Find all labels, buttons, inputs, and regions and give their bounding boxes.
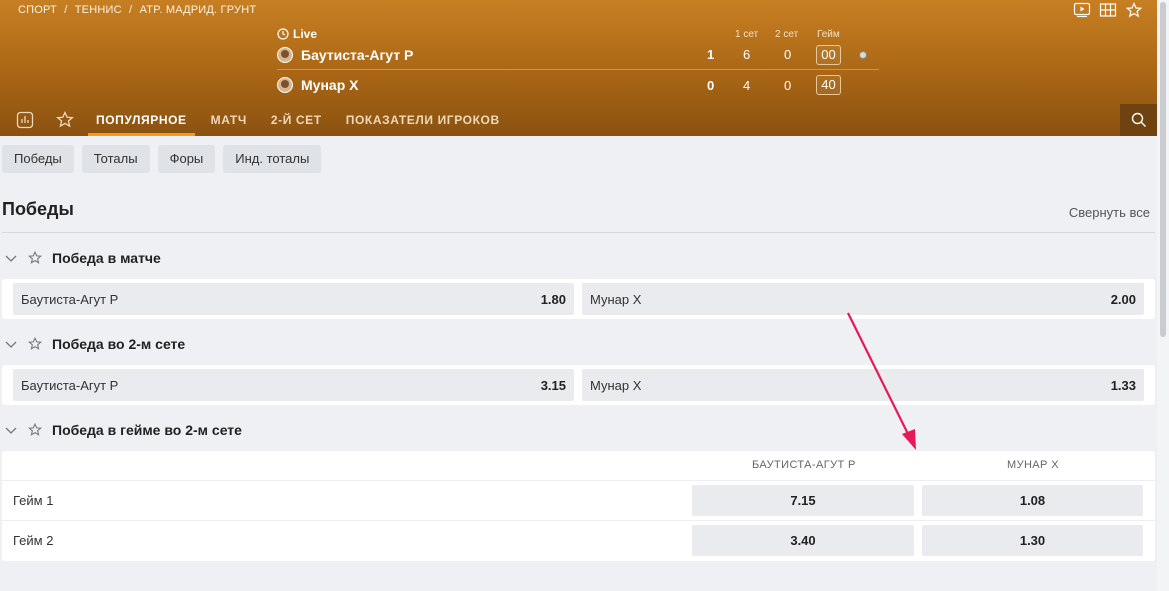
row-label: Гейм 1 bbox=[13, 493, 54, 508]
set1-score: 4 bbox=[743, 77, 751, 93]
market-tabs: ПОПУЛЯРНОЕ МАТЧ 2-Й СЕТ ПОКАЗАТЕЛИ ИГРОК… bbox=[0, 104, 1157, 136]
filter-chips: Победы Тоталы Форы Инд. тоталы bbox=[2, 145, 322, 173]
serve-indicator bbox=[859, 50, 867, 59]
game-score: 40 bbox=[816, 75, 841, 95]
odds-button[interactable]: 1.08 bbox=[922, 485, 1143, 516]
search-icon bbox=[1131, 112, 1146, 127]
filter-individual-totals[interactable]: Инд. тоталы bbox=[223, 145, 322, 173]
filter-wins[interactable]: Победы bbox=[2, 145, 74, 173]
clock-icon bbox=[277, 28, 289, 40]
live-indicator: Live bbox=[277, 27, 317, 41]
odds-value: 1.80 bbox=[540, 291, 566, 307]
column-header-player2: МУНАР Х bbox=[1007, 459, 1059, 471]
star-icon[interactable] bbox=[28, 423, 42, 437]
player-row-2: Мунар Х 0 4 0 40 bbox=[277, 70, 879, 100]
market-card: Баутиста-Агут Р 3.15 Мунар Х 1.33 bbox=[2, 365, 1155, 405]
table-row: Гейм 2 3.40 1.30 bbox=[2, 520, 1155, 560]
player-row-1: Баутиста-Агут Р 1 6 0 00 bbox=[277, 40, 879, 70]
column-header-player1: БАУТИСТА-АГУТ Р bbox=[752, 459, 856, 471]
row-label: Гейм 2 bbox=[13, 533, 54, 548]
favorites-tab[interactable] bbox=[54, 109, 76, 131]
odds-button[interactable]: Баутиста-Агут Р 1.80 bbox=[13, 283, 574, 315]
breadcrumb-sep: / bbox=[129, 4, 133, 16]
breadcrumb: СПОРТ / ТЕННИС / ATP. МАДРИД. ГРУНТ bbox=[18, 4, 260, 16]
chevron-down-icon[interactable] bbox=[4, 251, 18, 265]
outcome-name: Баутиста-Агут Р bbox=[21, 291, 119, 307]
collapse-all-link[interactable]: Свернуть все bbox=[1069, 205, 1150, 220]
outcome-name: Баутиста-Агут Р bbox=[21, 377, 119, 393]
game-score: 00 bbox=[816, 44, 841, 65]
breadcrumb-sport[interactable]: СПОРТ bbox=[18, 4, 57, 16]
filter-handicaps[interactable]: Форы bbox=[157, 145, 216, 173]
star-icon[interactable] bbox=[28, 337, 42, 351]
avatar bbox=[277, 46, 293, 63]
live-label: Live bbox=[293, 27, 318, 41]
star-icon[interactable] bbox=[28, 251, 42, 265]
market-header-match-winner[interactable]: Победа в матче bbox=[4, 250, 161, 266]
odds-button[interactable]: 1.30 bbox=[922, 525, 1143, 556]
odds-button[interactable]: Мунар Х 1.33 bbox=[582, 369, 1144, 401]
outcome-name: Мунар Х bbox=[590, 377, 642, 393]
breadcrumb-tennis[interactable]: ТЕННИС bbox=[75, 4, 122, 16]
favorite-star-icon[interactable] bbox=[1125, 2, 1143, 18]
odds-button[interactable]: 7.15 bbox=[692, 485, 914, 516]
player-name: Баутиста-Агут Р bbox=[301, 46, 414, 63]
star-icon bbox=[56, 111, 74, 128]
video-icon[interactable] bbox=[1073, 2, 1091, 18]
odds-value: 1.33 bbox=[1110, 377, 1136, 393]
column-set1: 1 сет bbox=[735, 29, 759, 40]
sets-won: 1 bbox=[707, 47, 715, 62]
section-title: Победы bbox=[2, 199, 74, 219]
player-name: Мунар Х bbox=[301, 77, 359, 93]
market-title: Победа в матче bbox=[52, 250, 161, 266]
market-header-game-winner[interactable]: Победа в гейме во 2-м сете bbox=[4, 422, 242, 438]
market-table: БАУТИСТА-АГУТ Р МУНАР Х Гейм 1 7.15 1.08… bbox=[2, 451, 1155, 561]
table-row: Гейм 1 7.15 1.08 bbox=[2, 480, 1155, 520]
chevron-down-icon[interactable] bbox=[4, 423, 18, 437]
set2-score: 0 bbox=[784, 77, 792, 93]
stats-icon bbox=[16, 111, 34, 129]
odds-button[interactable]: Мунар Х 2.00 bbox=[582, 283, 1144, 315]
tab-popular[interactable]: ПОПУЛЯРНОЕ bbox=[88, 104, 195, 136]
odds-button[interactable]: 3.40 bbox=[692, 525, 914, 556]
market-header-set2-winner[interactable]: Победа во 2-м сете bbox=[4, 336, 185, 352]
match-header: СПОРТ / ТЕННИС / ATP. МАДРИД. ГРУНТ Live… bbox=[0, 0, 1157, 136]
scoreboard-icon[interactable] bbox=[1099, 2, 1117, 18]
tab-match[interactable]: МАТЧ bbox=[203, 104, 255, 136]
market-title: Победа во 2-м сете bbox=[52, 336, 186, 352]
column-set2: 2 сет bbox=[775, 29, 799, 40]
breadcrumb-sep: / bbox=[64, 4, 68, 16]
set1-score: 6 bbox=[743, 47, 751, 62]
tab-player-stats[interactable]: ПОКАЗАТЕЛИ ИГРОКОВ bbox=[338, 104, 508, 136]
column-game: Гейм bbox=[817, 29, 840, 40]
odds-value: 3.15 bbox=[540, 377, 566, 393]
odds-button[interactable]: Баутиста-Агут Р 3.15 bbox=[13, 369, 574, 401]
market-card: Баутиста-Агут Р 1.80 Мунар Х 2.00 bbox=[2, 279, 1155, 319]
breadcrumb-tournament[interactable]: ATP. МАДРИД. ГРУНТ bbox=[140, 4, 257, 16]
scrollbar-thumb[interactable] bbox=[1160, 2, 1166, 337]
filter-totals[interactable]: Тоталы bbox=[81, 145, 150, 173]
odds-value: 2.00 bbox=[1110, 291, 1136, 307]
search-button[interactable] bbox=[1120, 104, 1157, 136]
tab-set2[interactable]: 2-Й СЕТ bbox=[263, 104, 330, 136]
stats-tab[interactable] bbox=[14, 109, 36, 131]
divider bbox=[2, 232, 1155, 233]
avatar bbox=[277, 77, 293, 93]
header-actions bbox=[1073, 2, 1143, 18]
market-title: Победа в гейме во 2-м сете bbox=[52, 422, 242, 438]
sets-won: 0 bbox=[707, 77, 715, 93]
chevron-down-icon[interactable] bbox=[4, 337, 18, 351]
outcome-name: Мунар Х bbox=[590, 291, 642, 307]
scrollbar[interactable] bbox=[1157, 0, 1169, 591]
set2-score: 0 bbox=[784, 47, 792, 62]
